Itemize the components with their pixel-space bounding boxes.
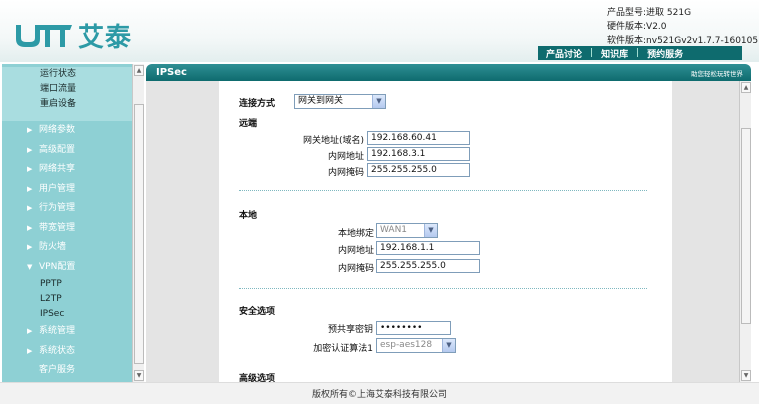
left-gutter xyxy=(146,81,219,382)
chevron-down-icon: ▼ xyxy=(27,262,33,271)
remote-gateway-label: 网关地址(域名) xyxy=(302,136,364,146)
sidebar-item-label: 带宽管理 xyxy=(39,222,76,233)
remote-lan-ip-label: 内网地址 xyxy=(327,152,364,162)
sidebar-divider xyxy=(2,112,132,121)
nav-booking-service[interactable]: 预约服务 xyxy=(639,47,691,60)
device-info: 产品型号:进取 521G 硬件版本:V2.0 软件版本:nv521Gv2v1.7… xyxy=(607,6,758,48)
sidebar-item-system[interactable]: ▶ 系统管理 xyxy=(2,322,132,342)
sidebar-item-label: 网络共享 xyxy=(39,164,76,174)
section-divider xyxy=(239,190,647,191)
nav-product-discussion[interactable]: 产品讨论 xyxy=(538,47,590,60)
scroll-up-icon[interactable]: ▲ xyxy=(134,65,144,76)
sidebar-item-label: 系统状态 xyxy=(39,345,76,356)
scroll-down-icon[interactable]: ▼ xyxy=(741,370,751,381)
security-section-title: 安全选项 xyxy=(239,307,276,317)
sidebar-item-label: 客户服务 xyxy=(39,365,76,375)
brand-name: 艾泰 xyxy=(78,22,133,53)
local-bind-select[interactable]: WAN1 ▼ xyxy=(376,223,438,238)
encrypt-label: 加密认证算法1 xyxy=(313,344,373,354)
utt-logo-mark xyxy=(14,21,72,49)
sidebar-item-label: 行为管理 xyxy=(39,203,76,213)
sidebar-item-network[interactable]: ▶ 网络参数 xyxy=(2,121,132,141)
ipsec-form: 连接方式 网关到网关 ▼ 远端 网关地址(域名) 192.168.60.41 内… xyxy=(219,81,672,382)
psk-label: 预共享密钥 xyxy=(327,325,373,335)
main-scroll-thumb[interactable] xyxy=(741,128,751,324)
sidebar-item-label: VPN配置 xyxy=(39,261,76,272)
sidebar-item-reboot[interactable]: 重启设备 xyxy=(2,97,132,112)
remote-gateway-input[interactable]: 192.168.60.41 xyxy=(367,131,470,145)
scroll-down-icon[interactable]: ▼ xyxy=(134,370,144,381)
copyright-text: 版权所有©上海艾泰科技有限公司 xyxy=(311,390,447,400)
sidebar-item-label: 高级配置 xyxy=(39,144,76,155)
sidebar-scrollbar[interactable]: ▲ ▼ xyxy=(132,64,144,382)
local-lan-mask-input[interactable]: 255.255.255.0 xyxy=(376,259,480,273)
connection-type-value: 网关到网关 xyxy=(298,96,344,106)
remote-lan-mask-label: 内网掩码 xyxy=(327,168,364,178)
sidebar-item-advanced[interactable]: ▶ 高级配置 xyxy=(2,141,132,161)
psk-password-input[interactable]: •••••••• xyxy=(376,321,451,335)
remote-lan-ip-input[interactable]: 192.168.3.1 xyxy=(367,147,470,161)
chevron-right-icon: ▶ xyxy=(27,204,33,212)
connection-type-select[interactable]: 网关到网关 ▼ xyxy=(294,94,386,109)
brand-logo[interactable]: 艾泰 xyxy=(14,20,132,53)
chevron-right-icon: ▶ xyxy=(27,126,33,134)
chevron-right-icon: ▶ xyxy=(27,346,33,355)
encrypt-select[interactable]: esp-aes128 ▼ xyxy=(376,338,456,353)
local-lan-ip-input[interactable]: 192.168.1.1 xyxy=(376,241,480,255)
chevron-right-icon: ▶ xyxy=(27,327,33,335)
sidebar-item-system-status[interactable]: ▶ 系统状态 xyxy=(2,342,132,362)
product-model: 产品型号:进取 521G xyxy=(607,8,692,18)
sidebar-item-vpn[interactable]: ▼ VPN配置 xyxy=(2,258,132,278)
sidebar-item-label: 网络参数 xyxy=(39,125,76,135)
encrypt-value: esp-aes128 xyxy=(380,340,433,350)
sidebar-item-ipsec[interactable]: IPSec xyxy=(2,307,132,322)
sidebar-item-l2tp[interactable]: L2TP xyxy=(2,292,132,307)
sidebar-item-status[interactable]: 运行状态 xyxy=(2,67,132,82)
sidebar-item-customer-service[interactable]: 客户服务 xyxy=(2,361,132,381)
sidebar-item-pptp[interactable]: PPTP xyxy=(2,277,132,292)
chevron-right-icon: ▶ xyxy=(27,165,33,173)
footer: 版权所有©上海艾泰科技有限公司 xyxy=(0,382,759,404)
page-title: IPSec xyxy=(156,67,187,78)
chevron-right-icon: ▶ xyxy=(27,184,33,193)
sidebar-item-firewall[interactable]: ▶ 防火墙 xyxy=(2,238,132,258)
chevron-down-icon[interactable]: ▼ xyxy=(442,339,455,352)
sidebar-scroll-thumb[interactable] xyxy=(134,104,144,364)
local-section-title: 本地 xyxy=(239,211,258,221)
sidebar-item-port-traffic[interactable]: 端口流量 xyxy=(2,82,132,97)
sidebar-item-users[interactable]: ▶ 用户管理 xyxy=(2,180,132,200)
chevron-right-icon: ▶ xyxy=(27,145,33,154)
hardware-version: 硬件版本:V2.0 xyxy=(607,22,667,32)
main-scrollbar[interactable]: ▲ ▼ xyxy=(739,81,751,382)
chevron-down-icon[interactable]: ▼ xyxy=(424,224,437,237)
nav-knowledge-base[interactable]: 知识库 xyxy=(593,47,636,60)
chevron-right-icon: ▶ xyxy=(27,223,33,232)
local-bind-label: 本地绑定 xyxy=(337,229,374,239)
top-nav: 产品讨论 | 知识库 | 预约服务 xyxy=(538,46,742,60)
section-divider xyxy=(239,288,647,289)
advanced-section-title: 高级选项 xyxy=(239,374,276,382)
remote-lan-mask-input[interactable]: 255.255.255.0 xyxy=(367,163,470,177)
remote-section-title: 远端 xyxy=(239,119,258,129)
help-link[interactable]: 助您轻松玩转世界 xyxy=(691,68,743,78)
sidebar-item-behavior[interactable]: ▶ 行为管理 xyxy=(2,199,132,219)
sidebar-item-sharing[interactable]: ▶ 网络共享 xyxy=(2,160,132,180)
local-lan-ip-label: 内网地址 xyxy=(337,246,374,256)
local-bind-value: WAN1 xyxy=(380,225,408,235)
header: 艾泰 产品型号:进取 521G 硬件版本:V2.0 软件版本:nv521Gv2v… xyxy=(0,0,759,62)
main-panel: IPSec 助您轻松玩转世界 连接方式 网关到网关 ▼ 远端 网关地址(域名) … xyxy=(146,64,751,382)
sidebar-item-label: 系统管理 xyxy=(39,326,76,336)
right-gutter xyxy=(672,81,739,382)
connection-type-label: 连接方式 xyxy=(239,99,276,109)
chevron-down-icon[interactable]: ▼ xyxy=(372,95,385,108)
local-lan-mask-label: 内网掩码 xyxy=(337,264,374,274)
scroll-up-icon[interactable]: ▲ xyxy=(741,82,751,93)
sidebar-item-label: 用户管理 xyxy=(39,183,76,194)
panel-title-bar: IPSec 助您轻松玩转世界 xyxy=(146,64,751,81)
sidebar-item-bandwidth[interactable]: ▶ 带宽管理 xyxy=(2,219,132,239)
chevron-right-icon: ▶ xyxy=(27,243,33,251)
sidebar: 运行状态 端口流量 重启设备 ▶ 网络参数 ▶ 高级配置 ▶ 网络共享 ▶ 用户… xyxy=(2,64,132,382)
